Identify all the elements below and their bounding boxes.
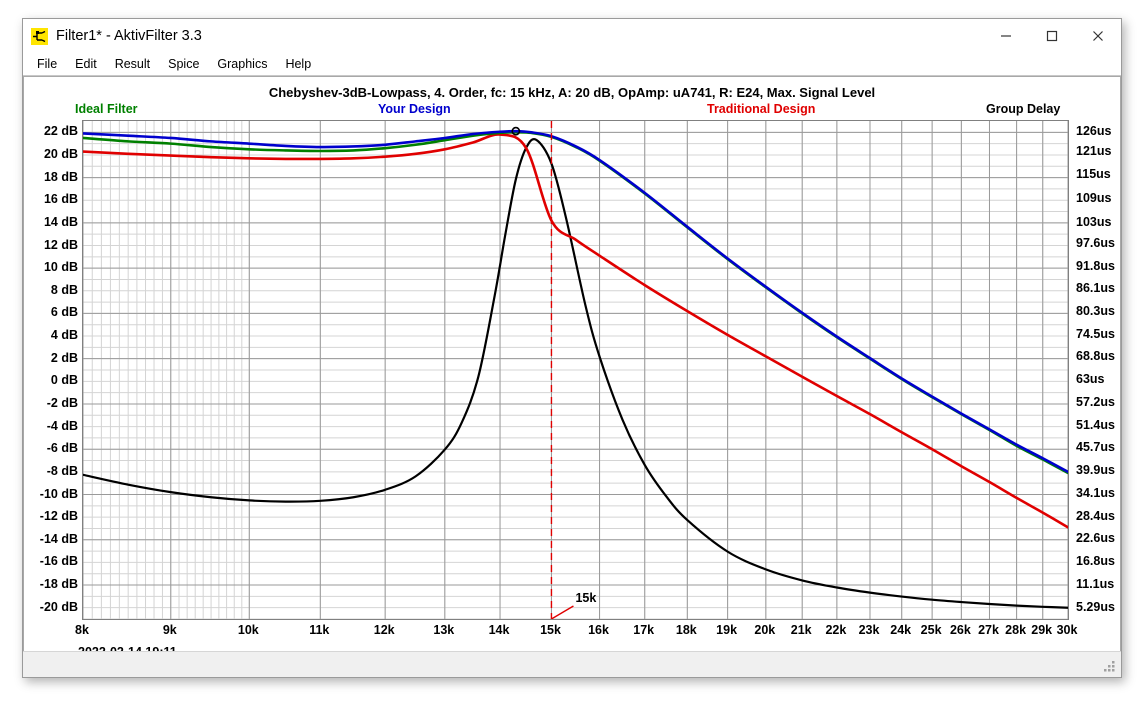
y-tick-left: 12 dB xyxy=(43,237,78,252)
x-tick: 18k xyxy=(675,623,697,637)
y-tick-left: 6 dB xyxy=(50,305,78,320)
x-tick: 26k xyxy=(949,623,971,637)
menu-item-result[interactable]: Result xyxy=(106,55,159,73)
x-tick: 22k xyxy=(825,623,847,637)
y-tick-left: 16 dB xyxy=(43,192,78,207)
y-tick-right: 115us xyxy=(1076,167,1111,182)
y-tick-left: -18 dB xyxy=(39,577,78,591)
y-tick-left: 14 dB xyxy=(43,214,78,229)
y-tick-left: 20 dB xyxy=(43,147,78,161)
menu-item-edit[interactable]: Edit xyxy=(66,55,106,73)
x-tick: 15k xyxy=(540,623,561,637)
legend-ideal-filter: Ideal Filter xyxy=(75,102,138,116)
y-tick-left: -2 dB xyxy=(46,396,78,410)
x-tick: 10k xyxy=(237,623,259,637)
y-tick-left: -10 dB xyxy=(39,486,78,501)
y-tick-right: 86.1us xyxy=(1076,281,1115,296)
window-title: Filter1* - AktivFilter 3.3 xyxy=(56,28,202,44)
y-tick-left: 4 dB xyxy=(50,328,78,342)
client-area: Chebyshev-3dB-Lowpass, 4. Order, fc: 15 … xyxy=(23,76,1121,651)
y-tick-left: 22 dB xyxy=(43,124,78,139)
y-tick-left: 8 dB xyxy=(50,282,78,297)
y-tick-right: 34.1us xyxy=(1076,486,1115,501)
legend-traditional-design: Traditional Design xyxy=(707,102,816,116)
y-tick-right: 91.8us xyxy=(1076,258,1115,273)
x-tick: 13k xyxy=(433,623,455,637)
x-tick: 21k xyxy=(790,623,812,637)
x-tick: 8k xyxy=(75,623,89,637)
menu-item-file[interactable]: File xyxy=(28,55,66,73)
y-tick-right: 45.7us xyxy=(1076,440,1115,455)
y-tick-right: 11.1us xyxy=(1076,576,1115,591)
chart-title: Chebyshev-3dB-Lowpass, 4. Order, fc: 15 … xyxy=(268,85,876,100)
screen: Filter1* - AktivFilter 3.3 File Edit Res… xyxy=(0,0,1145,704)
x-tick: 24k xyxy=(890,623,912,637)
y-tick-right: 22.6us xyxy=(1076,531,1115,546)
y-tick-left: 0 dB xyxy=(50,373,78,388)
x-tick: 19k xyxy=(716,623,738,637)
x-tick: 9k xyxy=(162,623,177,637)
resize-grip-icon[interactable] xyxy=(1103,660,1117,674)
status-bar xyxy=(23,651,1121,677)
maximize-icon[interactable] xyxy=(1029,19,1075,53)
y-tick-right: 121us xyxy=(1076,143,1112,158)
y-tick-left: -4 dB xyxy=(46,418,78,433)
y-axis-left-db: 22 dB 20 dB 18 dB 16 dB 14 dB 12 dB 10 dB 8 dB 6… xyxy=(23,120,82,620)
legend-your-design: Your Design xyxy=(378,102,451,116)
close-icon[interactable] xyxy=(1075,19,1121,53)
y-axis-right-group-delay: 126us 121us 115us 109us 103us 97.6us 91.8us 86.… xyxy=(1070,120,1121,620)
x-tick: 23k xyxy=(858,623,880,637)
y-tick-right: 16.8us xyxy=(1076,554,1115,569)
y-tick-left: 18 dB xyxy=(43,169,78,184)
y-tick-right: 103us xyxy=(1076,214,1112,229)
y-tick-right: 28.4us xyxy=(1076,508,1115,523)
x-tick: 27k xyxy=(978,623,999,637)
chart-legend: Ideal Filter Your Design Traditional Des… xyxy=(23,102,1121,118)
filter-schematic-icon xyxy=(31,27,48,45)
x-tick: 12k xyxy=(373,623,395,637)
y-tick-right: 109us xyxy=(1076,191,1112,205)
y-tick-right: 126us xyxy=(1076,124,1112,138)
window-controls xyxy=(983,19,1121,53)
cursor-frequency-label: 15k xyxy=(575,591,597,605)
y-tick-left: -16 dB xyxy=(39,554,78,569)
y-tick-right: 57.2us xyxy=(1076,395,1115,410)
title-bar: Filter1* - AktivFilter 3.3 xyxy=(23,19,1121,53)
minimize-icon[interactable] xyxy=(983,19,1029,53)
y-tick-right: 68.8us xyxy=(1076,349,1115,364)
y-tick-left: -8 dB xyxy=(46,463,78,478)
x-tick: 20k xyxy=(754,623,776,637)
y-tick-right: 5.29us xyxy=(1076,599,1115,614)
y-tick-right: 80.3us xyxy=(1076,304,1115,319)
x-tick: 29k xyxy=(1031,623,1053,637)
menu-item-graphics[interactable]: Graphics xyxy=(208,55,276,73)
y-tick-left: 10 dB xyxy=(43,260,78,275)
x-axis-frequency: 8k 9k 10k 11k 12k 13k 14k 15k 16k 17k 18k 19k 20k 21k… xyxy=(75,621,1077,643)
legend-group-delay: Group Delay xyxy=(986,102,1061,116)
y-tick-left: 2 dB xyxy=(50,350,78,365)
x-tick: 30k xyxy=(1056,623,1078,637)
app-window: Filter1* - AktivFilter 3.3 File Edit Res… xyxy=(22,18,1122,678)
menu-item-spice[interactable]: Spice xyxy=(159,55,208,73)
menu-item-help[interactable]: Help xyxy=(276,55,320,73)
x-tick: 14k xyxy=(488,623,510,637)
y-tick-left: -20 dB xyxy=(39,599,78,614)
x-tick: 16k xyxy=(588,623,609,637)
x-tick: 28k xyxy=(1005,623,1027,637)
y-tick-right: 51.4us xyxy=(1076,417,1115,432)
filter-plot[interactable]: Chebyshev-3dB-Lowpass, 4. Order, fc: 15 … xyxy=(23,76,1121,651)
y-tick-left: -14 dB xyxy=(39,531,78,546)
y-tick-left: -12 dB xyxy=(39,509,78,524)
x-tick: 11k xyxy=(309,623,330,637)
y-tick-right: 63us xyxy=(1076,372,1105,387)
x-tick: 17k xyxy=(633,623,655,637)
y-tick-right: 39.9us xyxy=(1076,463,1115,478)
plot-grid[interactable] xyxy=(82,120,1069,620)
x-tick: 25k xyxy=(920,623,942,637)
curves xyxy=(83,121,1068,619)
y-tick-left: -6 dB xyxy=(46,441,78,456)
y-tick-right: 74.5us xyxy=(1076,326,1115,341)
menu-bar: File Edit Result Spice Graphics Help xyxy=(23,53,1121,76)
y-tick-right: 97.6us xyxy=(1076,235,1115,250)
